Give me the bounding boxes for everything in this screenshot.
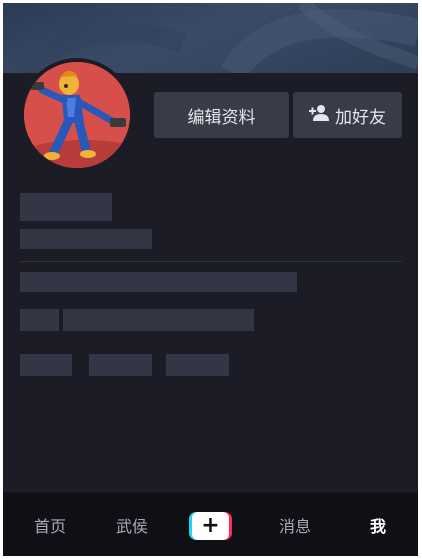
create-button[interactable]: + <box>189 512 232 540</box>
tab-messages-label: 消息 <box>278 517 311 536</box>
tab-city-label: 武侯 <box>115 517 148 536</box>
plus-symbol: + <box>201 513 220 538</box>
edit-profile-label: 编辑资料 <box>187 107 256 128</box>
plus-icon: + <box>192 512 229 540</box>
tab-home[interactable]: 首页 <box>3 493 97 556</box>
profile-screen: 编辑资料 加好友 首页 武侯 消息 我 + <box>3 3 418 556</box>
edit-profile-button[interactable]: 编辑资料 <box>154 92 289 138</box>
nickname-placeholder <box>20 193 112 221</box>
profile-divider <box>20 261 402 262</box>
tab-messages[interactable]: 消息 <box>255 493 335 556</box>
tag-placeholder <box>20 309 59 331</box>
stat-placeholder <box>20 354 72 376</box>
cartoon-avatar-icon <box>24 62 130 168</box>
bio-placeholder <box>20 272 297 292</box>
tab-home-label: 首页 <box>33 517 66 536</box>
tab-city[interactable]: 武侯 <box>97 493 167 556</box>
add-friend-label: 加好友 <box>335 107 386 128</box>
tab-me[interactable]: 我 <box>343 493 413 556</box>
user-plus-icon <box>309 104 329 127</box>
avatar[interactable] <box>20 58 134 172</box>
stat-placeholder <box>166 354 229 376</box>
tab-me-label: 我 <box>369 517 386 536</box>
add-friend-button[interactable]: 加好友 <box>293 92 402 138</box>
user-id-placeholder <box>20 229 152 249</box>
info-placeholder <box>63 309 254 331</box>
stat-placeholder <box>89 354 152 376</box>
